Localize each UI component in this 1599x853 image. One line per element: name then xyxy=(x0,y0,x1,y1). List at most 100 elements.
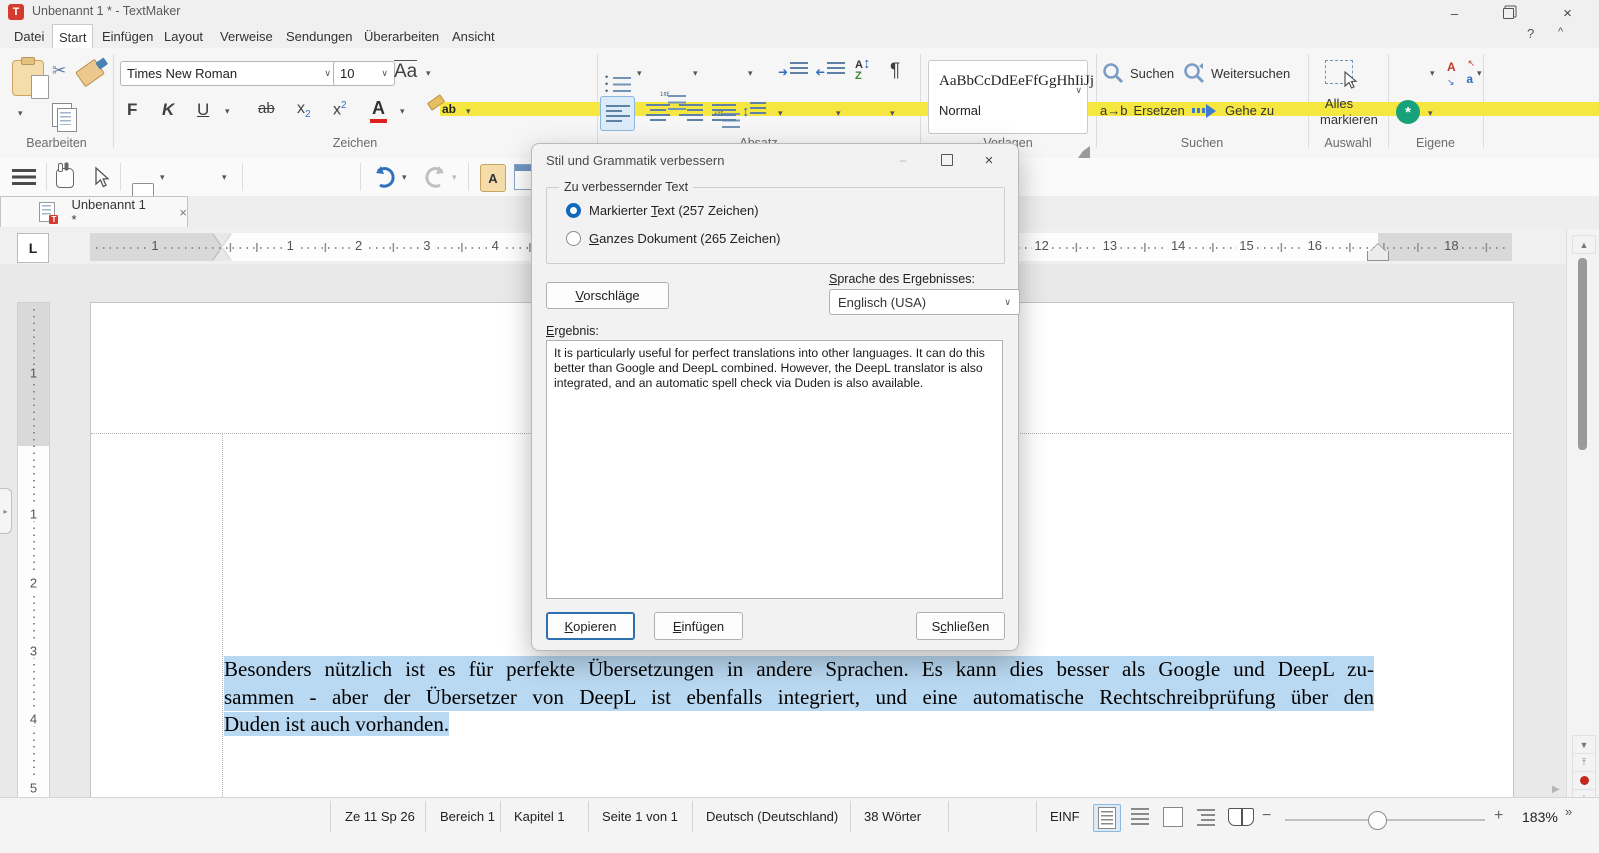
insert-button[interactable]: Einfügen xyxy=(654,612,743,640)
status-language[interactable]: Deutsch (Deutschland) xyxy=(706,809,838,824)
fullpage-view-button[interactable] xyxy=(1160,804,1186,830)
hand-tool-icon[interactable] xyxy=(56,168,74,188)
menu-datei[interactable]: Datei xyxy=(8,24,50,48)
previous-page-icon[interactable]: ⤒ xyxy=(1572,753,1596,772)
result-textbox[interactable]: It is particularly useful for perfect tr… xyxy=(546,340,1003,599)
change-case-button[interactable]: Aa xyxy=(394,60,417,83)
book-view-button[interactable] xyxy=(1228,804,1254,830)
paste-button[interactable] xyxy=(12,60,44,96)
align-right-button[interactable] xyxy=(674,96,707,129)
subscript-button[interactable]: x2 xyxy=(297,100,311,120)
right-margin-marker[interactable] xyxy=(1367,243,1389,261)
borders-dropdown[interactable]: ▾ xyxy=(890,108,895,119)
scroll-down-icon[interactable]: ▼ xyxy=(1572,735,1596,754)
sidebar-collapse-handle[interactable]: ▸ xyxy=(0,488,12,534)
help-icon[interactable]: ? xyxy=(1527,26,1534,41)
v-ruler[interactable]: 1 12345 xyxy=(17,302,50,797)
draft-view-button[interactable] xyxy=(1127,804,1153,830)
pilcrow-button[interactable]: ¶ xyxy=(890,60,900,82)
goto-button[interactable]: Gehe zu xyxy=(1192,103,1274,118)
outline-view-button[interactable] xyxy=(1193,804,1219,830)
increase-indent-button[interactable]: ➜ xyxy=(778,62,808,79)
font-name-select[interactable]: Times New Roman∨ xyxy=(120,61,338,86)
menu-start[interactable]: Start xyxy=(52,24,93,49)
undo-button[interactable] xyxy=(372,165,398,189)
copy-button[interactable] xyxy=(52,103,72,127)
radio-whole-document[interactable]: Ganzes Dokument (265 Zeichen) xyxy=(566,231,781,246)
line-spacing-dropdown[interactable]: ▾ xyxy=(778,108,783,119)
copy-button[interactable]: Kopieren xyxy=(546,612,635,640)
document-tab[interactable]: Unbenannt 1 * × xyxy=(0,196,188,227)
hamburger-menu-icon[interactable] xyxy=(12,169,36,185)
scroll-up-icon[interactable]: ▲ xyxy=(1572,235,1596,254)
close-button[interactable]: × xyxy=(1545,0,1590,26)
highlight-dropdown[interactable]: ▾ xyxy=(466,106,471,117)
insert-mode-indicator[interactable]: EINF xyxy=(1050,809,1080,824)
shading-dropdown[interactable]: ▾ xyxy=(836,108,841,119)
document-text[interactable]: Besonders nützlich ist es für perfekte Ü… xyxy=(224,656,1374,739)
restore-button[interactable] xyxy=(1486,0,1531,26)
decrease-indent-button[interactable]: ➜ xyxy=(815,62,845,79)
paste-dropdown[interactable]: ▾ xyxy=(18,108,23,119)
dialog-maximize-button[interactable] xyxy=(932,148,962,172)
search-button[interactable]: Suchen xyxy=(1102,62,1174,84)
translate-button[interactable]: A a ↖ ↘ xyxy=(1447,60,1473,86)
ai-assistant-dropdown[interactable]: ▾ xyxy=(1428,108,1433,119)
zoom-level[interactable]: 183% xyxy=(1522,809,1558,825)
superscript-button[interactable]: x2 xyxy=(333,100,347,119)
search-next-button[interactable]: Weitersuchen xyxy=(1183,62,1290,84)
collapse-ribbon-icon[interactable]: ^ xyxy=(1558,26,1563,38)
radio-selected-text[interactable]: Markierter Text (257 Zeichen) xyxy=(566,203,759,218)
menu-layout[interactable]: Layout xyxy=(158,24,209,48)
dialog-close-button[interactable]: × xyxy=(974,148,1004,172)
bold-button[interactable]: F xyxy=(127,100,137,120)
status-chapter[interactable]: Kapitel 1 xyxy=(514,809,565,824)
numbered-list-dropdown[interactable]: ▾ xyxy=(693,68,698,79)
tab-close-icon[interactable]: × xyxy=(179,205,187,220)
undo-dropdown[interactable]: ▾ xyxy=(402,172,407,183)
tab-stop-selector[interactable]: L xyxy=(17,233,49,263)
menu-ansicht[interactable]: Ansicht xyxy=(446,24,501,48)
status-overflow-chevron[interactable]: » xyxy=(1565,804,1572,819)
minimize-button[interactable]: – xyxy=(1432,0,1477,26)
status-cursor-position[interactable]: Ze 11 Sp 26 xyxy=(345,809,415,824)
line-spacing-button[interactable]: ↕ xyxy=(742,102,766,120)
v-scrollbar-thumb[interactable] xyxy=(1578,258,1587,450)
paste-special-button[interactable]: A xyxy=(480,164,506,192)
status-section[interactable]: Bereich 1 xyxy=(440,809,495,824)
multilevel-list-dropdown[interactable]: ▾ xyxy=(748,68,753,79)
translate-dropdown[interactable]: ▾ xyxy=(1477,68,1482,79)
page-layout-view-button[interactable] xyxy=(1093,804,1121,832)
zoom-out-button[interactable]: − xyxy=(1262,807,1271,825)
spell-check-dropdown[interactable]: ▾ xyxy=(1430,68,1435,79)
bullet-list-button[interactable] xyxy=(605,76,631,94)
menu-ueberarbeiten[interactable]: Überarbeiten xyxy=(358,24,445,48)
browse-object-icon[interactable] xyxy=(1572,771,1596,790)
underline-button[interactable]: U xyxy=(197,100,209,120)
zoom-in-button[interactable]: + xyxy=(1494,807,1503,825)
format-painter-button[interactable] xyxy=(75,59,105,88)
open-file-dropdown[interactable]: ▾ xyxy=(222,172,227,183)
styles-dropdown[interactable]: ∨ xyxy=(1075,85,1082,96)
v-scrollbar[interactable]: ▲ ▼ ⤒ ⤓ xyxy=(1566,229,1599,797)
bullet-list-dropdown[interactable]: ▾ xyxy=(637,68,642,79)
language-select[interactable]: Englisch (USA) ∨ xyxy=(829,289,1020,315)
zoom-slider-thumb[interactable] xyxy=(1368,811,1387,830)
strikethrough-button[interactable]: ab xyxy=(258,100,275,117)
underline-dropdown[interactable]: ▾ xyxy=(225,106,230,117)
vorlagen-expand-icon[interactable] xyxy=(1078,146,1090,158)
sort-button[interactable]: A↕Z xyxy=(855,58,870,82)
italic-button[interactable]: K xyxy=(162,100,174,120)
replace-button[interactable]: a→b Ersetzen xyxy=(1100,103,1185,118)
menu-sendungen[interactable]: Sendungen xyxy=(280,24,359,48)
select-tool-icon[interactable] xyxy=(92,166,110,188)
status-word-count[interactable]: 38 Wörter xyxy=(864,809,921,824)
menu-einfuegen[interactable]: Einfügen xyxy=(96,24,159,48)
menu-verweise[interactable]: Verweise xyxy=(214,24,279,48)
close-dialog-button[interactable]: Schließen xyxy=(916,612,1005,640)
justify-button[interactable] xyxy=(707,96,740,129)
font-color-button[interactable]: A xyxy=(370,98,387,123)
font-size-select[interactable]: 10∨ xyxy=(333,61,395,86)
suggestions-button[interactable]: Vorschläge xyxy=(546,282,669,309)
select-all-button[interactable]: Allesmarkieren xyxy=(1320,60,1358,134)
